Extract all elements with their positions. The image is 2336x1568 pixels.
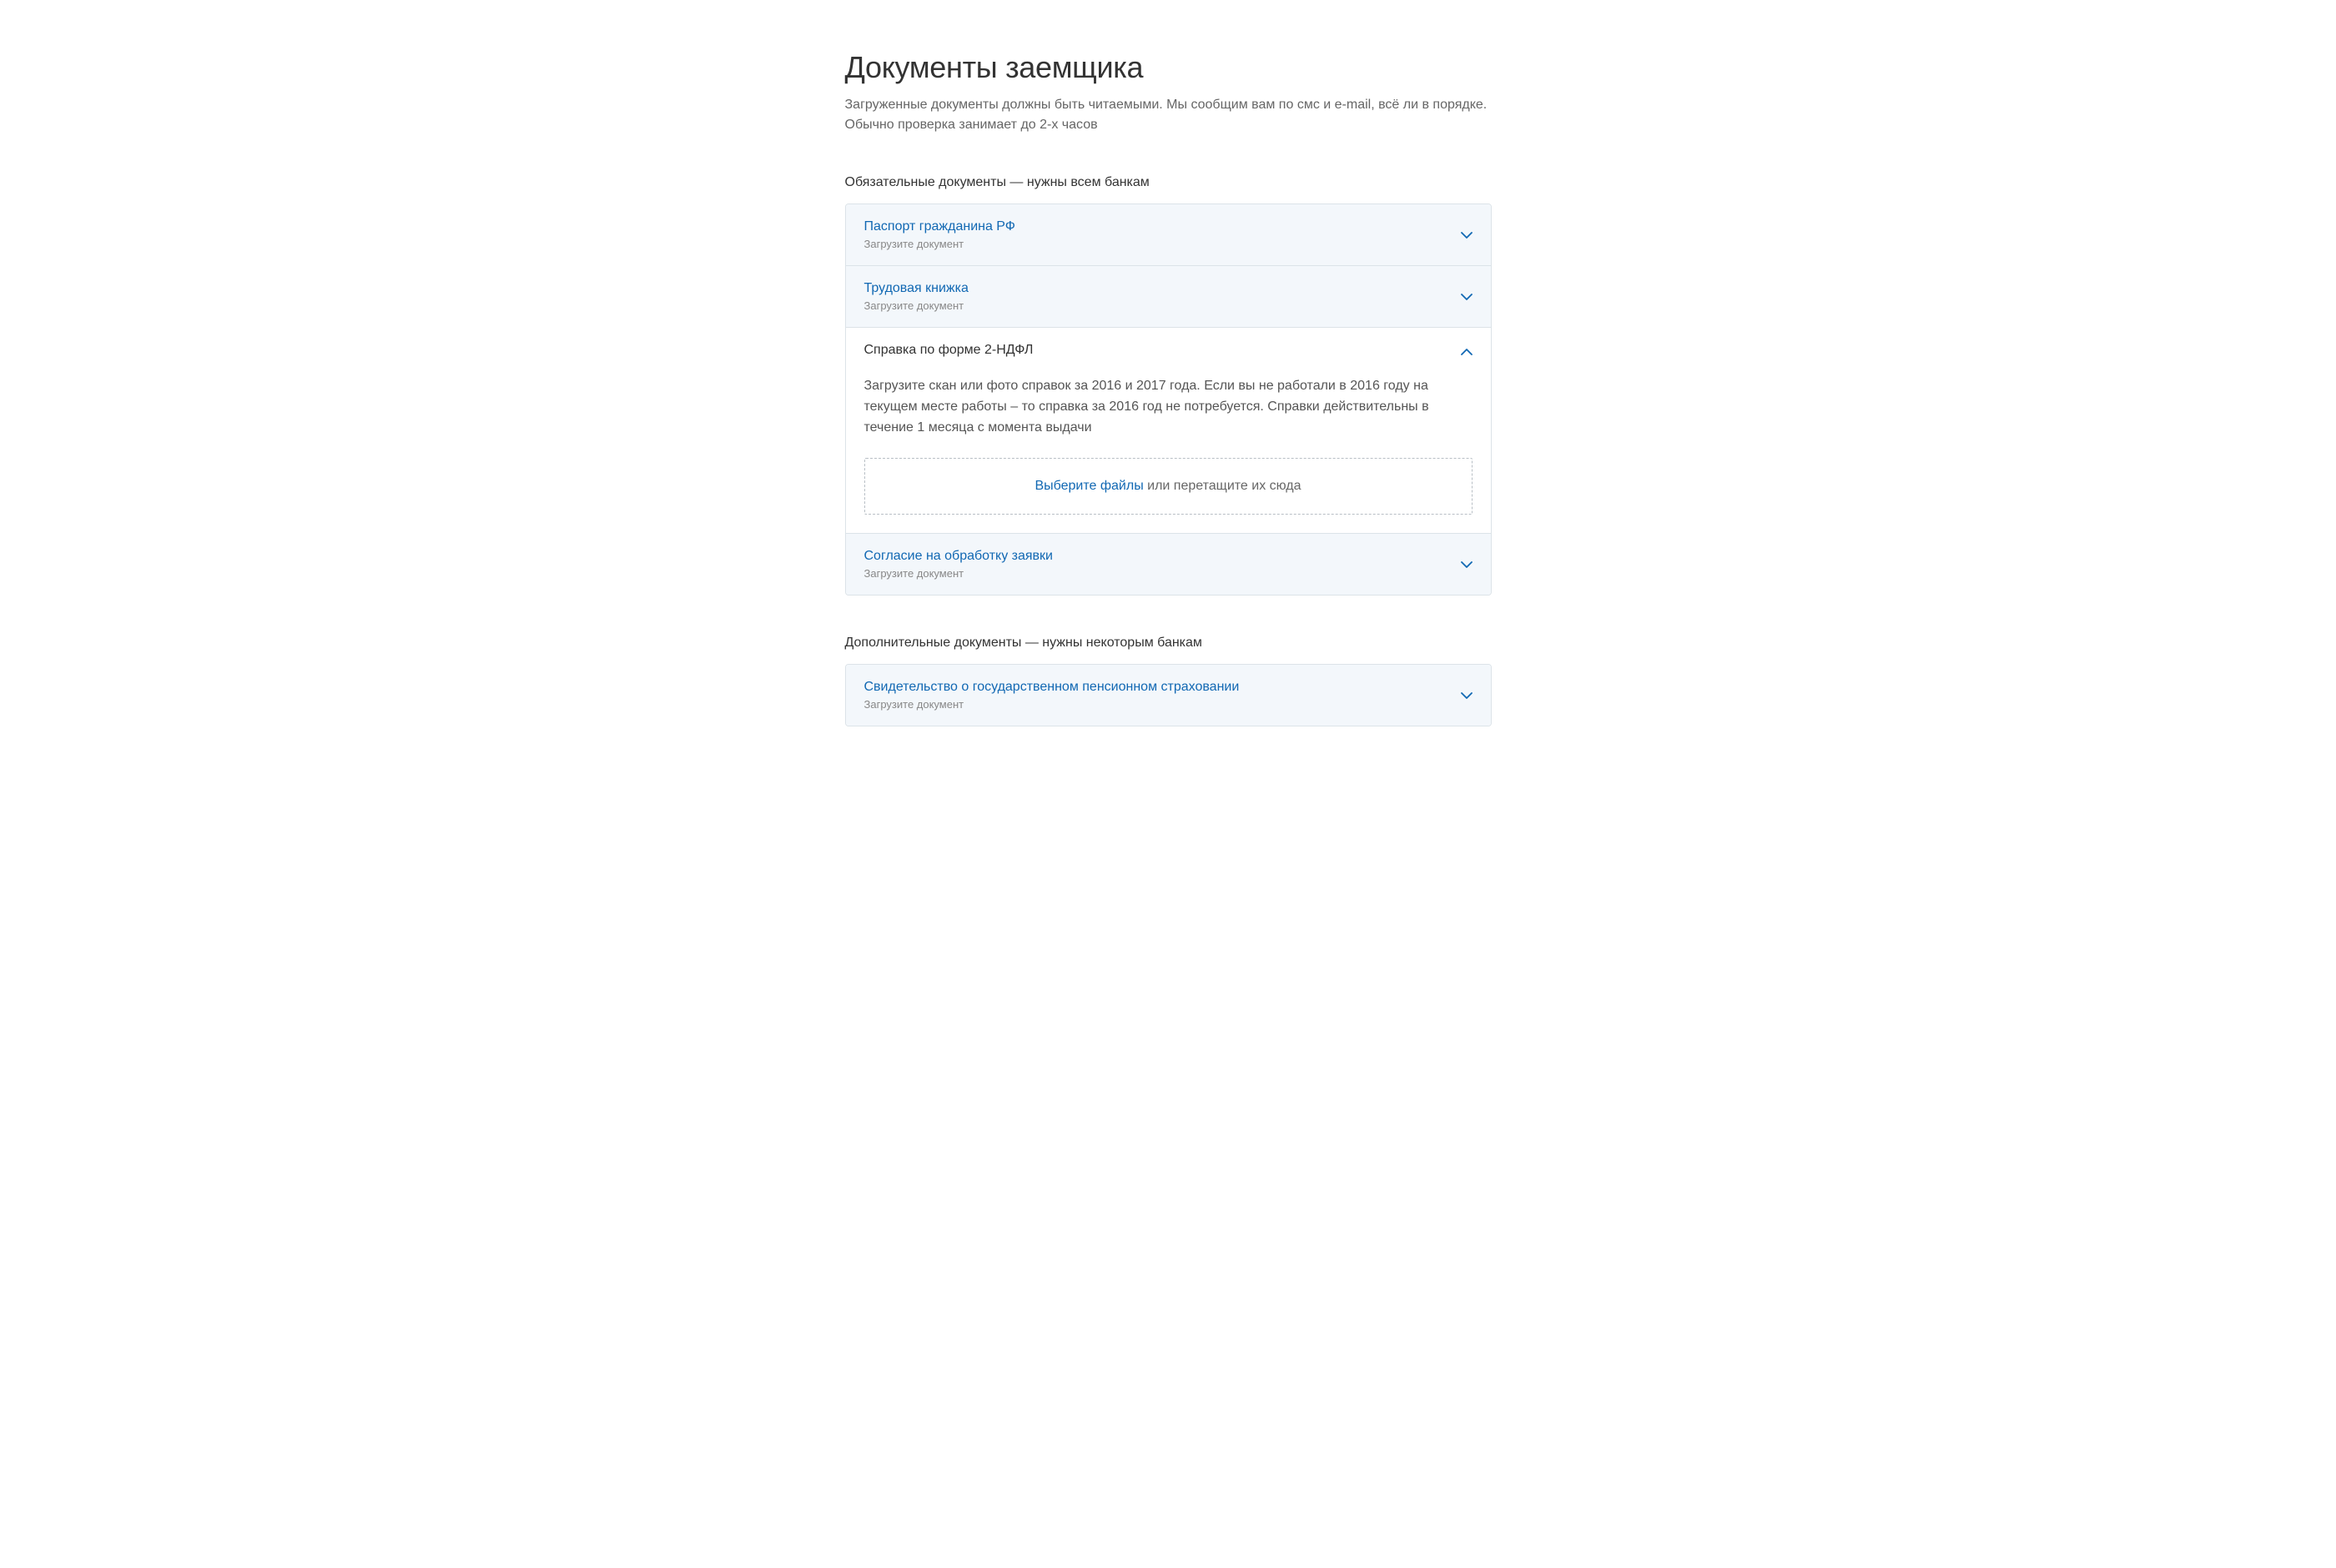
card-title: Свидетельство о государственном пенсионн…	[864, 680, 1451, 695]
dropzone-text: или перетащите их сюда	[1144, 479, 1301, 493]
card-header-text: Паспорт гражданина РФ Загрузите документ	[864, 219, 1451, 250]
chevron-down-icon	[1461, 232, 1473, 239]
card-title: Трудовая книжка	[864, 281, 1451, 296]
document-card-consent: Согласие на обработку заявки Загрузите д…	[846, 533, 1491, 595]
card-title: Справка по форме 2-НДФЛ	[864, 343, 1451, 358]
card-header-consent[interactable]: Согласие на обработку заявки Загрузите д…	[846, 534, 1491, 595]
card-header-text: Свидетельство о государственном пенсионн…	[864, 680, 1451, 711]
card-title: Согласие на обработку заявки	[864, 549, 1451, 564]
optional-documents-section: Дополнительные документы — нужны некотор…	[845, 636, 1492, 726]
card-hint: Загрузите документ	[864, 567, 1451, 580]
document-card-pension: Свидетельство о государственном пенсионн…	[846, 665, 1491, 726]
required-card-list: Паспорт гражданина РФ Загрузите документ…	[845, 204, 1492, 596]
optional-card-list: Свидетельство о государственном пенсионн…	[845, 664, 1492, 726]
card-header-text: Трудовая книжка Загрузите документ	[864, 281, 1451, 312]
optional-section-title: Дополнительные документы — нужны некотор…	[845, 636, 1492, 651]
document-card-ndfl: Справка по форме 2-НДФЛ Загрузите скан и…	[846, 327, 1491, 533]
chevron-up-icon	[1461, 349, 1473, 355]
card-header-pension[interactable]: Свидетельство о государственном пенсионн…	[846, 665, 1491, 726]
document-card-passport: Паспорт гражданина РФ Загрузите документ	[846, 204, 1491, 265]
document-card-work-record: Трудовая книжка Загрузите документ	[846, 265, 1491, 327]
card-title: Паспорт гражданина РФ	[864, 219, 1451, 234]
page-title: Документы заемщика	[845, 50, 1492, 85]
page-subtitle: Загруженные документы должны быть читаем…	[845, 95, 1492, 135]
card-hint: Загрузите документ	[864, 299, 1451, 312]
card-body-ndfl: Загрузите скан или фото справок за 2016 …	[846, 376, 1491, 533]
chevron-down-icon	[1461, 561, 1473, 568]
card-header-work-record[interactable]: Трудовая книжка Загрузите документ	[846, 266, 1491, 327]
required-section-title: Обязательные документы — нужны всем банк…	[845, 175, 1492, 190]
page-container: Документы заемщика Загруженные документы…	[828, 50, 1508, 726]
file-dropzone[interactable]: Выберите файлы или перетащите их сюда	[864, 458, 1473, 515]
chevron-down-icon	[1461, 692, 1473, 699]
dropzone-link[interactable]: Выберите файлы	[1035, 479, 1143, 493]
required-documents-section: Обязательные документы — нужны всем банк…	[845, 175, 1492, 596]
card-header-text: Справка по форме 2-НДФЛ	[864, 343, 1451, 361]
card-header-passport[interactable]: Паспорт гражданина РФ Загрузите документ	[846, 204, 1491, 265]
card-header-ndfl[interactable]: Справка по форме 2-НДФЛ	[846, 328, 1491, 376]
card-description: Загрузите скан или фото справок за 2016 …	[864, 376, 1473, 438]
chevron-down-icon	[1461, 294, 1473, 300]
card-hint: Загрузите документ	[864, 238, 1451, 250]
card-hint: Загрузите документ	[864, 698, 1451, 711]
card-header-text: Согласие на обработку заявки Загрузите д…	[864, 549, 1451, 580]
